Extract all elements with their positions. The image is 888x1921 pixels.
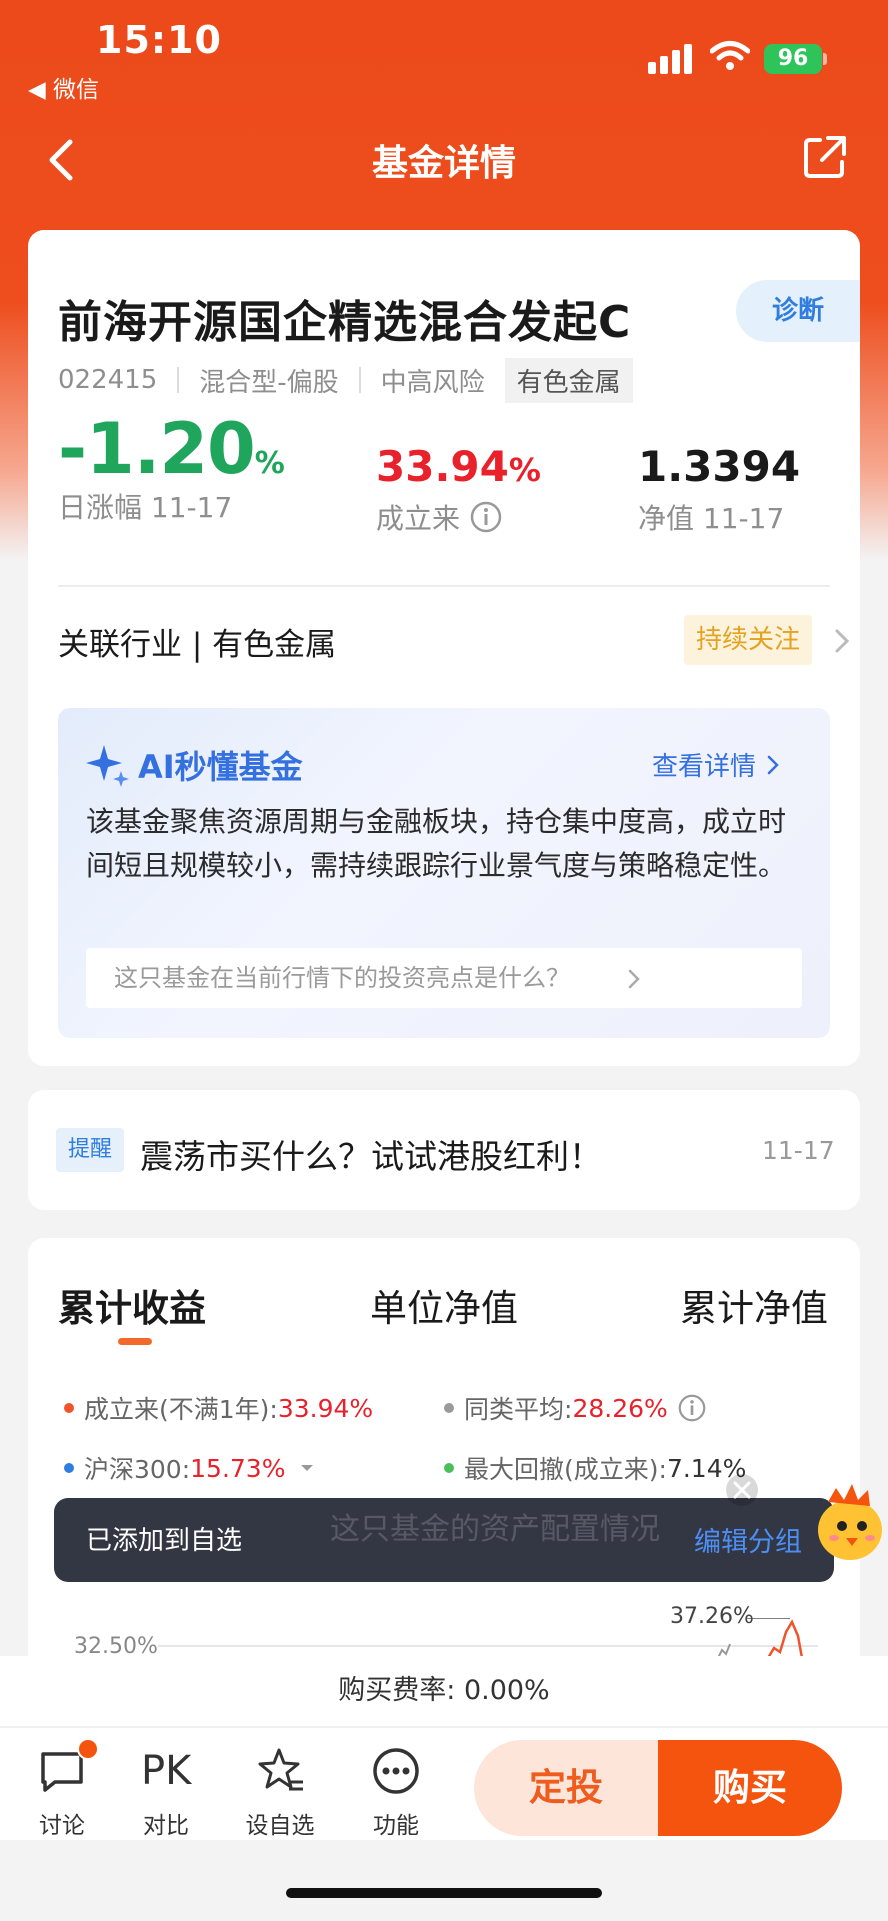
fund-code: 022415 — [58, 365, 158, 395]
status-bar: 15:10 ◀ 微信 96 — [0, 0, 888, 110]
legend-since-inception: 成立来(不满1年): 33.94% — [64, 1390, 373, 1426]
legend-dot — [444, 1463, 454, 1473]
chevron-right-icon — [835, 629, 850, 653]
legend-label: 成立来(不满1年): — [84, 1395, 278, 1424]
tab-cumulative-nav[interactable]: 累计净值 — [680, 1278, 828, 1332]
daily-change-unit: % — [254, 446, 285, 481]
cta-group: 定投 购买 — [474, 1740, 842, 1836]
tab-unit-nav[interactable]: 单位净值 — [370, 1278, 518, 1332]
toast-message: 已添加到自选 — [86, 1526, 243, 1556]
fund-type: 混合型-偏股 — [199, 367, 339, 398]
home-indicator-area — [0, 1840, 888, 1921]
reminder-date: 11-17 — [762, 1136, 835, 1165]
related-industry-row[interactable]: 关联行业 | 有色金属 持续关注 — [58, 615, 850, 671]
wifi-icon — [710, 41, 750, 70]
ai-details-label: 查看详情 — [652, 752, 757, 782]
fund-return-line — [766, 1619, 804, 1658]
since-inception-label: 成立来 — [376, 502, 461, 535]
buy-button[interactable]: 购买 — [658, 1740, 842, 1836]
mascot-icon[interactable] — [806, 1478, 888, 1568]
notification-dot — [77, 1738, 99, 1760]
page-title: 基金详情 — [371, 143, 516, 184]
divider — [58, 585, 830, 587]
nav-bar: 基金详情 — [0, 120, 888, 200]
legend-dot — [444, 1403, 454, 1413]
ai-question-text: 这只基金在当前行情下的投资亮点是什么？ — [114, 964, 570, 992]
chevron-right-icon — [767, 755, 779, 774]
legend-category-average: 同类平均: 28.26% — [444, 1390, 706, 1426]
legend-csi300[interactable]: 沪深300: 15.73% — [64, 1450, 315, 1486]
reminder-text: 震荡市买什么？试试港股红利！ — [140, 1137, 602, 1176]
discussion-label: 讨论 — [39, 1813, 85, 1839]
chevron-right-icon — [628, 969, 640, 989]
add-watchlist-button[interactable]: 设自选 — [230, 1746, 330, 1840]
sparkle-icon — [86, 745, 129, 787]
legend-value: 33.94% — [277, 1393, 374, 1423]
since-inception-stat: 33.94% 成立来 — [376, 442, 541, 537]
home-indicator[interactable] — [286, 1888, 602, 1898]
legend-max-drawdown: 最大回撤(成立来): 7.14% — [444, 1450, 746, 1486]
daily-change-value: -1.20 — [58, 408, 256, 490]
functions-button[interactable]: 功能 — [346, 1746, 446, 1840]
ai-details-link[interactable]: 查看详情 — [652, 746, 784, 783]
fund-name: 前海开源国企精选混合发起C — [58, 297, 632, 348]
since-inception-unit: % — [508, 451, 541, 489]
since-inception-value: 33.94 — [376, 442, 509, 491]
pk-icon: PK — [141, 1748, 192, 1794]
functions-label: 功能 — [373, 1813, 419, 1839]
discussion-button[interactable]: 讨论 — [12, 1738, 112, 1840]
auto-invest-button[interactable]: 定投 — [474, 1740, 658, 1836]
fund-risk: 中高风险 — [380, 367, 485, 398]
edit-group-link[interactable]: 编辑分组 — [694, 1520, 802, 1559]
compare-label: 对比 — [143, 1813, 189, 1839]
daily-change-label: 日涨幅 11-17 — [58, 491, 233, 524]
fund-meta: 022415 混合型-偏股 中高风险 有色金属 — [58, 357, 633, 403]
purchase-fee-bar: 购买费率: 0.00% — [0, 1656, 888, 1726]
share-icon[interactable] — [800, 132, 850, 182]
status-time: 15:10 — [96, 18, 222, 62]
active-tab-indicator — [118, 1338, 152, 1345]
more-icon — [373, 1748, 419, 1794]
legend-value: 28.26% — [572, 1393, 668, 1423]
info-icon[interactable] — [470, 501, 502, 533]
dropdown-caret-icon[interactable] — [299, 1462, 315, 1474]
diagnose-button[interactable]: 诊断 — [736, 280, 860, 342]
legend-dot — [64, 1463, 74, 1473]
star-list-icon — [258, 1748, 303, 1791]
nav-label: 净值 11-17 — [638, 502, 785, 535]
close-icon[interactable] — [724, 1472, 760, 1508]
ai-summary-box: AI秒懂基金 查看详情 该基金聚焦资源周期与金融板块，持仓集中度高，成立时间短且… — [58, 708, 830, 1038]
meta-separator — [358, 367, 361, 393]
ghost-question-text: 这只基金的资产配置情况 — [330, 1512, 660, 1547]
related-industry-text: 关联行业 | 有色金属 — [58, 627, 337, 663]
follow-badge[interactable]: 持续关注 — [684, 615, 813, 665]
reminder-card[interactable]: 提醒 震荡市买什么？试试港股红利！ 11-17 — [28, 1090, 860, 1210]
info-icon[interactable] — [678, 1394, 706, 1422]
ai-summary-text: 该基金聚焦资源周期与金融板块，持仓集中度高，成立时间短且规模较小，需持续跟踪行业… — [86, 805, 787, 882]
legend-label: 最大回撤(成立来): — [464, 1455, 667, 1484]
nav-stat: 1.3394 净值 11-17 — [638, 442, 800, 537]
fund-summary-card: 前海开源国企精选混合发起C 诊断 022415 混合型-偏股 中高风险 有色金属… — [28, 230, 860, 1066]
battery-cap — [823, 53, 827, 65]
legend-label: 沪深300: — [84, 1455, 191, 1484]
chart-plot — [158, 1618, 818, 1658]
tab-cumulative-return[interactable]: 累计收益 — [58, 1278, 206, 1332]
ai-question-prompt[interactable]: 这只基金在当前行情下的投资亮点是什么？ — [86, 948, 802, 1008]
nav-value: 1.3394 — [638, 442, 801, 491]
ai-title: AI秒懂基金 — [138, 748, 303, 786]
legend-dot — [64, 1403, 74, 1413]
meta-separator — [177, 367, 180, 393]
daily-change-stat: -1.20% 日涨幅 11-17 — [58, 408, 285, 526]
legend-label: 同类平均: — [464, 1395, 573, 1424]
back-to-app-link[interactable]: ◀ 微信 — [28, 70, 99, 104]
sector-tag[interactable]: 有色金属 — [504, 357, 633, 403]
add-watchlist-label: 设自选 — [245, 1813, 315, 1839]
compare-button[interactable]: PK 对比 — [116, 1746, 216, 1840]
battery-icon: 96 — [764, 44, 822, 74]
legend-value: 15.73% — [190, 1453, 286, 1483]
reminder-badge: 提醒 — [56, 1128, 124, 1172]
signal-icon — [648, 44, 694, 74]
